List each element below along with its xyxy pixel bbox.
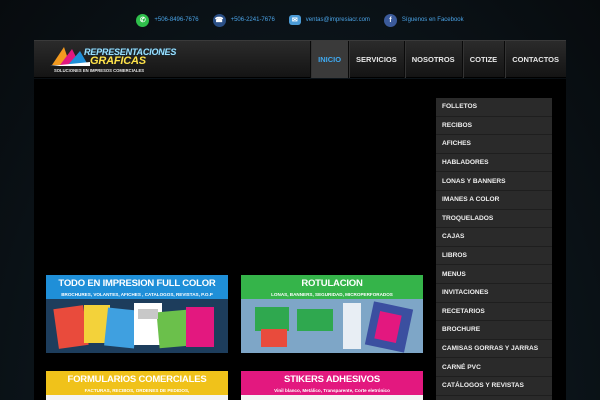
card-subtitle: LONAS, BANNERS, SEGURIDAD, MICROPERFORAD… (241, 291, 423, 299)
sidebar-item-libros[interactable]: LIBROS (436, 247, 552, 266)
sidebar-item-carne-pvc[interactable]: CARNÉ PVC (436, 358, 552, 377)
card-title: ROTULACION (241, 275, 423, 291)
card-title: TODO EN IMPRESION FULL COLOR (46, 275, 228, 291)
sidebar-item-brochure[interactable]: BROCHURE (436, 321, 552, 340)
site-header: REPRESENTACIONES GRAFICAS SOLUCIONES EN … (34, 40, 566, 78)
nav-servicios[interactable]: SERVICIOS (348, 41, 404, 78)
stickers-image (241, 395, 423, 400)
sidebar-item-recibos[interactable]: RECIBOS (436, 117, 552, 136)
facebook-icon: f (383, 13, 397, 27)
email-icon: ✉ (288, 15, 301, 25)
forms-image (46, 395, 228, 400)
sidebar-item-menus[interactable]: MENUS (436, 265, 552, 284)
phone-contact[interactable]: ☎ +506-2241-7676 (212, 13, 275, 27)
contact-bar: ✆ +506-8496-7676 ☎ +506-2241-7676 ✉ vent… (0, 0, 600, 40)
card-title: STIKERS ADHESIVOS (241, 371, 423, 387)
sidebar-item-lonas-banners[interactable]: LONAS Y BANNERS (436, 172, 552, 191)
nav-nosotros[interactable]: NOSOTROS (403, 41, 462, 78)
sidebar-item-afiches[interactable]: AFICHES (436, 135, 552, 154)
card-subtitle: BROCHURES, VOLANTES, AFICHES , CATALOGOS… (46, 291, 228, 299)
sidebar-item-folletos[interactable]: FOLLETOS (436, 98, 552, 117)
nav-cotize[interactable]: COTIZE (461, 41, 505, 78)
card-formularios[interactable]: FORMULARIOS COMERCIALES FACTURAS, RECIBO… (46, 371, 228, 400)
sidebar-item-imanes[interactable]: IMANES A COLOR (436, 191, 552, 210)
phone-icon: ☎ (212, 13, 226, 27)
whatsapp-icon: ✆ (136, 13, 150, 27)
logo-tagline: SOLUCIONES EN IMPRESOS COMERCIALES (54, 68, 145, 73)
card-title: FORMULARIOS COMERCIALES (46, 371, 228, 387)
category-sidebar: FOLLETOS RECIBOS AFICHES HABLADORES LONA… (436, 98, 552, 400)
phone-number[interactable]: +506-2241-7676 (231, 17, 275, 23)
card-rotulacion[interactable]: ROTULACION LONAS, BANNERS, SEGURIDAD, MI… (241, 275, 423, 353)
logo-line2: GRAFICAS (90, 55, 146, 67)
email-contact[interactable]: ✉ ventas@impresiacr.com (288, 15, 370, 25)
card-stikers[interactable]: STIKERS ADHESIVOS Vinil blanco, Metálico… (241, 371, 423, 400)
sidebar-item-habladores[interactable]: HABLADORES (436, 154, 552, 173)
card-full-color[interactable]: TODO EN IMPRESION FULL COLOR BROCHURES, … (46, 275, 228, 353)
sidebar-item-invitaciones[interactable]: INVITACIONES (436, 284, 552, 303)
facebook-contact[interactable]: f Síguenos en Facebook (383, 13, 464, 27)
sidebar-item-troquelados[interactable]: TROQUELADOS (436, 210, 552, 229)
nav-contactos[interactable]: CONTACTOS (504, 41, 566, 78)
facebook-link[interactable]: Síguenos en Facebook (402, 17, 464, 23)
sidebar-item-cajas[interactable]: CAJAS (436, 228, 552, 247)
whatsapp-number[interactable]: +506-8496-7676 (154, 17, 198, 23)
email-address[interactable]: ventas@impresiacr.com (306, 17, 370, 23)
card-subtitle: FACTURAS, RECIBOS, ORDENES DE PEDIDOS, (46, 387, 228, 395)
sidebar-item-recetarios[interactable]: RECETARIOS (436, 303, 552, 322)
site-logo[interactable]: REPRESENTACIONES GRAFICAS SOLUCIONES EN … (50, 45, 180, 75)
sidebar-item-catalogos[interactable]: CATÁLOGOS Y REVISTAS (436, 377, 552, 396)
whatsapp-contact[interactable]: ✆ +506-8496-7676 (136, 13, 199, 27)
main-nav: INICIO SERVICIOS NOSOTROS COTIZE CONTACT… (310, 41, 566, 78)
signage-image (241, 299, 423, 353)
print-products-image (46, 299, 228, 353)
nav-inicio[interactable]: INICIO (310, 41, 349, 78)
card-subtitle: Vinil blanco, Metálico, Transparente, Co… (241, 387, 423, 395)
sidebar-item-camisas[interactable]: CAMISAS GORRAS Y JARRAS (436, 340, 552, 359)
image-slider[interactable] (46, 98, 424, 268)
